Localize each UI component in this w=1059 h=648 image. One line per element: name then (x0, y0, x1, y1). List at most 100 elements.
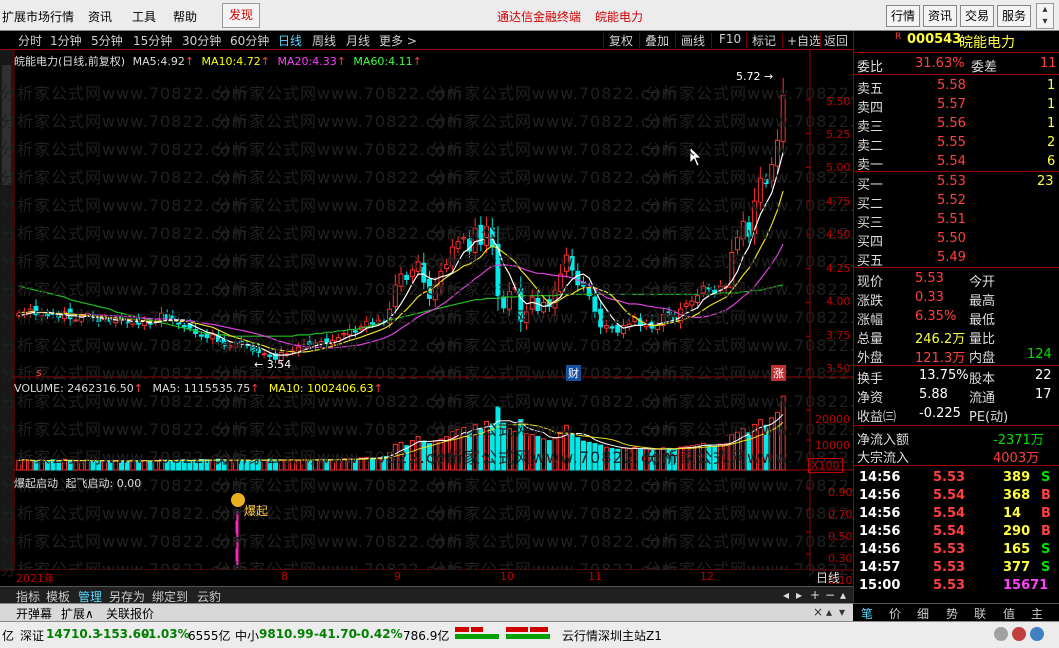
tab-detail[interactable]: 细 (917, 605, 929, 622)
news-button[interactable]: 资讯 (923, 5, 957, 27)
quotes-button[interactable]: 行情 (886, 5, 920, 27)
discover-button[interactable]: 发现 (222, 3, 260, 28)
watermark-text: 分析家公式网www.70822.com (0, 196, 249, 215)
quote-value: 0.33 (915, 290, 944, 305)
tab-main[interactable]: 主 (1031, 605, 1043, 622)
tab-trend[interactable]: 势 (946, 605, 958, 622)
expand-button[interactable]: 扩展∧ (61, 605, 94, 622)
zoom-out-icon[interactable]: − (825, 588, 835, 602)
period-daily[interactable]: 日线 (278, 32, 302, 49)
sme-index-label[interactable]: 中小 (235, 627, 259, 644)
tool-mark[interactable]: 标记 (752, 32, 776, 49)
price-chart-header: 皖能电力(日线,前复权) MA5:4.92↑ MA10:4.72↑ MA20:4… (14, 55, 422, 68)
watermark-text: 分析家公式网www.70822.com (215, 476, 464, 495)
ask-volume: 1 (1047, 78, 1056, 93)
quote-row: 14:56 5.54 368 B (857, 487, 1057, 506)
stock-name: 皖能电力 (959, 35, 1015, 51)
trade-button[interactable]: 交易 (960, 5, 994, 27)
collapse-icon[interactable]: ▴ (840, 588, 846, 602)
tool-adjust[interactable]: 复权 (609, 32, 633, 49)
tab-price[interactable]: 价 (889, 605, 901, 622)
tool-back[interactable]: 返回 (824, 32, 848, 49)
watermark-text: 分析家公式网www.70822.com (430, 420, 679, 439)
trade-side: S (1041, 542, 1051, 557)
scroll-right-icon[interactable]: ▸ (796, 588, 802, 602)
period-weekly[interactable]: 周线 (312, 32, 336, 49)
watermark-text: 分析家公式网www.70822.com (430, 364, 679, 383)
stock-code: 000543 (907, 32, 962, 47)
window-controls-icon[interactable]: ▴ ▾ (1036, 3, 1054, 29)
server-name[interactable]: 云行情深圳主站Z1 (562, 627, 662, 644)
menu-tools[interactable]: 工具 (132, 8, 156, 25)
open-danmaku-button[interactable]: 开弹幕 (16, 605, 52, 622)
quote-value: 121.3万 (915, 351, 966, 366)
price-tick: 5.00 (826, 161, 851, 174)
ma5-label: MA5: (132, 55, 161, 68)
watermark-text: 分析家公式网www.70822.com (430, 448, 679, 467)
low-price-annotation: ← 3.54 (254, 358, 292, 371)
tool-add-watchlist[interactable]: +自选 (787, 32, 821, 49)
indicator-signal-label: 爆起 (244, 504, 269, 518)
zoom-in-icon[interactable]: + (810, 588, 820, 602)
period-monthly[interactable]: 月线 (346, 32, 370, 49)
event-marker-s[interactable]: s (36, 366, 42, 379)
indicator-tick: 0.30 (828, 552, 853, 565)
menu-news[interactable]: 资讯 (88, 8, 112, 25)
message-icon[interactable] (1012, 627, 1026, 641)
quote-cell: 卖四 (857, 101, 884, 116)
bid-volume: 23 (1037, 174, 1054, 189)
quote-row: 卖二 5.55 2 (857, 134, 1057, 154)
event-marker-financial[interactable]: 财 (566, 365, 581, 381)
ma5-value: 4.92 (160, 55, 185, 68)
scroll-left-icon[interactable]: ◂ (783, 588, 789, 602)
related-quotes-button[interactable]: 关联报价 (106, 605, 154, 622)
fund-value: 22 (1035, 368, 1052, 383)
period-30min[interactable]: 30分钟 (182, 32, 221, 49)
period-15min[interactable]: 15分钟 (133, 32, 172, 49)
watermark-text: 分析家公式网www.70822.com (215, 448, 464, 467)
service-button[interactable]: 服务 (997, 5, 1031, 27)
ma20-label: MA20: (277, 55, 313, 68)
window-stock-title: 皖能电力 (595, 10, 644, 24)
weibi-row: 委比 31.63% 委差 11 (857, 56, 1057, 75)
tab-related[interactable]: 联 (974, 605, 986, 622)
period-60min[interactable]: 60分钟 (230, 32, 269, 49)
trade-volume: 14 (1003, 506, 1022, 521)
alarm-icon[interactable] (994, 627, 1008, 641)
period-5min[interactable]: 5分钟 (91, 32, 123, 49)
move-up-icon[interactable]: ▴ (826, 605, 832, 619)
tool-draw[interactable]: 画线 (681, 32, 705, 49)
vol-ma10-value: 1002406.63 (307, 382, 374, 395)
period-toolbar: 分时 1分钟 5分钟 15分钟 30分钟 60分钟 日线 周线 月线 更多 > … (0, 31, 853, 50)
menu-extended-market[interactable]: 扩展市场行情 (2, 8, 74, 25)
tab-ticks[interactable]: 笔 (861, 605, 873, 622)
tab-value[interactable]: 值 (1003, 605, 1015, 622)
tool-overlay[interactable]: 叠加 (645, 32, 669, 49)
period-more[interactable]: 更多 > (379, 32, 417, 49)
quote-row: 买二 5.52 (857, 192, 1057, 212)
period-1min[interactable]: 1分钟 (50, 32, 82, 49)
sz-index-amount: 6555亿 (188, 629, 231, 643)
quote-cell: 大宗流入 (857, 451, 910, 466)
volume-value: 2462316.50 (67, 382, 134, 395)
sz-index-label[interactable]: 深证 (20, 627, 44, 644)
ask-volume: 1 (1047, 116, 1056, 131)
move-down-icon[interactable]: ▾ (839, 605, 845, 619)
watermark-text: 分析家公式网www.70822.com (430, 140, 679, 159)
date-month: 11 (588, 570, 602, 583)
event-marker-limit-up[interactable]: 涨 (771, 365, 786, 381)
toolbar-divider (711, 33, 712, 48)
tool-f10[interactable]: F10 (719, 32, 741, 46)
network-icon[interactable] (1030, 627, 1044, 641)
status-bar: 亿 深证 14710.3 -153.60 -1.03% 6555亿 中小 981… (0, 621, 1059, 648)
quote-row: 现价 5.53 今开 (857, 270, 1057, 290)
watermark-text: 分析家公式网www.70822.com (430, 532, 679, 551)
r-badge: R (895, 32, 902, 42)
quote-cell: 今开 (969, 275, 996, 290)
close-icon[interactable]: × (813, 605, 823, 619)
period-intraday[interactable]: 分时 (18, 32, 42, 49)
quote-cell: 最低 (969, 313, 996, 328)
menu-help[interactable]: 帮助 (173, 8, 197, 25)
flow-value: 4003万 (993, 451, 1040, 466)
watermark-text: 分析家公式网www.70822.com (0, 84, 249, 103)
